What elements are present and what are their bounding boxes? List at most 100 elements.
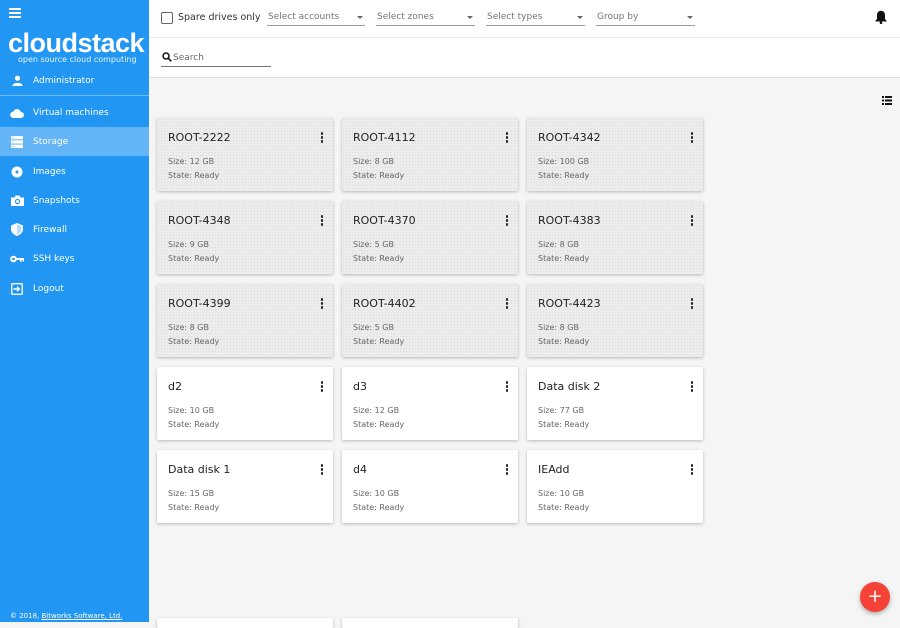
sidebar-item-snapshots[interactable]: Snapshots xyxy=(0,186,149,215)
volume-size: Size: 77 GB xyxy=(538,406,585,415)
chevron-down-icon xyxy=(687,16,693,19)
spare-drives-label: Spare drives only xyxy=(178,12,261,23)
more-vert-icon[interactable] xyxy=(689,298,695,310)
add-volume-button[interactable]: + xyxy=(860,582,890,612)
volume-size: Size: 10 GB xyxy=(353,489,400,498)
volume-state: State: Ready xyxy=(538,337,590,346)
sidebar-item-virtual-machines[interactable]: Virtual machines xyxy=(0,98,149,127)
volume-name: IEAdd xyxy=(538,463,570,476)
sidebar-item-label: Snapshots xyxy=(33,195,80,206)
volume-state: State: Ready xyxy=(353,254,405,263)
search-bar xyxy=(149,38,900,78)
bell-icon[interactable] xyxy=(875,9,889,24)
sidebar-user[interactable]: Administrator xyxy=(0,66,149,96)
sidebar-item-label: Logout xyxy=(33,283,64,294)
more-vert-icon[interactable] xyxy=(319,132,325,144)
volume-card[interactable]: IEAdd Size: 10 GB State: Ready xyxy=(527,450,703,523)
volume-card[interactable]: d3 Size: 12 GB State: Ready xyxy=(342,367,518,440)
more-vert-icon[interactable] xyxy=(504,132,510,144)
group-by-select[interactable]: Group by xyxy=(596,8,695,26)
volume-card-partial[interactable] xyxy=(342,618,518,628)
sidebar-item-label: Virtual machines xyxy=(33,107,109,118)
volume-card[interactable]: d2 Size: 10 GB State: Ready xyxy=(157,367,333,440)
volume-size: Size: 12 GB xyxy=(353,406,400,415)
accounts-select[interactable]: Select accounts xyxy=(267,8,365,26)
volume-name: ROOT-4370 xyxy=(353,214,416,227)
volume-name: ROOT-4348 xyxy=(168,214,231,227)
zones-select[interactable]: Select zones xyxy=(376,8,475,26)
volume-state: State: Ready xyxy=(168,420,220,429)
disc-icon xyxy=(10,165,24,179)
more-vert-icon[interactable] xyxy=(319,464,325,476)
person-icon xyxy=(10,74,24,88)
volume-state: State: Ready xyxy=(168,254,220,263)
sidebar-item-firewall[interactable]: Firewall xyxy=(0,215,149,244)
volume-card[interactable]: ROOT-2222 Size: 12 GB State: Ready xyxy=(157,118,333,191)
zones-select-placeholder: Select zones xyxy=(377,12,434,22)
volume-name: d4 xyxy=(353,463,367,476)
volume-card[interactable]: Data disk 1 Size: 15 GB State: Ready xyxy=(157,450,333,523)
more-vert-icon[interactable] xyxy=(689,215,695,227)
volume-card[interactable]: ROOT-4383 Size: 8 GB State: Ready xyxy=(527,201,703,274)
volume-state: State: Ready xyxy=(168,337,220,346)
volume-name: d2 xyxy=(168,380,182,393)
footer-text: © 2018, xyxy=(10,612,40,620)
search-icon xyxy=(162,52,172,62)
volume-name: ROOT-4112 xyxy=(353,131,416,144)
menu-icon[interactable] xyxy=(9,8,21,18)
volume-card[interactable]: ROOT-4112 Size: 8 GB State: Ready xyxy=(342,118,518,191)
volume-card[interactable]: ROOT-4370 Size: 5 GB State: Ready xyxy=(342,201,518,274)
volume-name: Data disk 1 xyxy=(168,463,231,476)
volume-size: Size: 5 GB xyxy=(353,240,394,249)
volume-size: Size: 100 GB xyxy=(538,157,590,166)
volume-card[interactable]: ROOT-4348 Size: 9 GB State: Ready xyxy=(157,201,333,274)
sidebar-item-logout[interactable]: Logout xyxy=(0,274,149,303)
volume-state: State: Ready xyxy=(353,337,405,346)
volume-state: State: Ready xyxy=(538,420,590,429)
volume-name: ROOT-4402 xyxy=(353,297,416,310)
volume-size: Size: 8 GB xyxy=(168,323,209,332)
volume-size: Size: 12 GB xyxy=(168,157,215,166)
logout-icon xyxy=(10,282,24,296)
group-by-select-placeholder: Group by xyxy=(597,12,639,22)
chevron-down-icon xyxy=(357,16,363,19)
sidebar-item-images[interactable]: Images xyxy=(0,157,149,186)
cloud-icon xyxy=(10,106,24,120)
more-vert-icon[interactable] xyxy=(504,215,510,227)
more-vert-icon[interactable] xyxy=(689,381,695,393)
more-vert-icon[interactable] xyxy=(504,381,510,393)
more-vert-icon[interactable] xyxy=(319,215,325,227)
volume-card[interactable]: ROOT-4399 Size: 8 GB State: Ready xyxy=(157,284,333,357)
more-vert-icon[interactable] xyxy=(689,464,695,476)
search-input[interactable] xyxy=(173,51,269,65)
volume-name: Data disk 2 xyxy=(538,380,601,393)
volume-size: Size: 8 GB xyxy=(538,323,579,332)
spare-drives-checkbox[interactable] xyxy=(161,12,173,24)
footer-link[interactable]: Bitworks Software, Ltd. xyxy=(42,612,123,620)
types-select-placeholder: Select types xyxy=(487,12,543,22)
volume-card[interactable]: d4 Size: 10 GB State: Ready xyxy=(342,450,518,523)
volume-card[interactable]: Data disk 2 Size: 77 GB State: Ready xyxy=(527,367,703,440)
volume-card[interactable]: ROOT-4342 Size: 100 GB State: Ready xyxy=(527,118,703,191)
sidebar-item-label: Images xyxy=(33,166,66,177)
more-vert-icon[interactable] xyxy=(319,381,325,393)
more-vert-icon[interactable] xyxy=(689,132,695,144)
volume-state: State: Ready xyxy=(538,503,590,512)
volume-card[interactable]: ROOT-4423 Size: 8 GB State: Ready xyxy=(527,284,703,357)
chevron-down-icon xyxy=(577,16,583,19)
volume-state: State: Ready xyxy=(538,171,590,180)
more-vert-icon[interactable] xyxy=(319,298,325,310)
list-view-icon[interactable] xyxy=(882,90,892,105)
types-select[interactable]: Select types xyxy=(486,8,585,26)
sidebar-item-storage[interactable]: Storage xyxy=(0,127,149,156)
volume-card-partial[interactable] xyxy=(157,618,333,628)
more-vert-icon[interactable] xyxy=(504,298,510,310)
volume-state: State: Ready xyxy=(168,503,220,512)
footer-copyright: © 2018, Bitworks Software, Ltd. xyxy=(10,612,122,620)
more-vert-icon[interactable] xyxy=(504,464,510,476)
sidebar-item-ssh-keys[interactable]: SSH keys xyxy=(0,244,149,273)
volume-card[interactable]: ROOT-4402 Size: 5 GB State: Ready xyxy=(342,284,518,357)
sidebar-item-label: SSH keys xyxy=(33,253,75,264)
storage-icon xyxy=(10,135,24,149)
sidebar-item-label: Firewall xyxy=(33,224,67,235)
